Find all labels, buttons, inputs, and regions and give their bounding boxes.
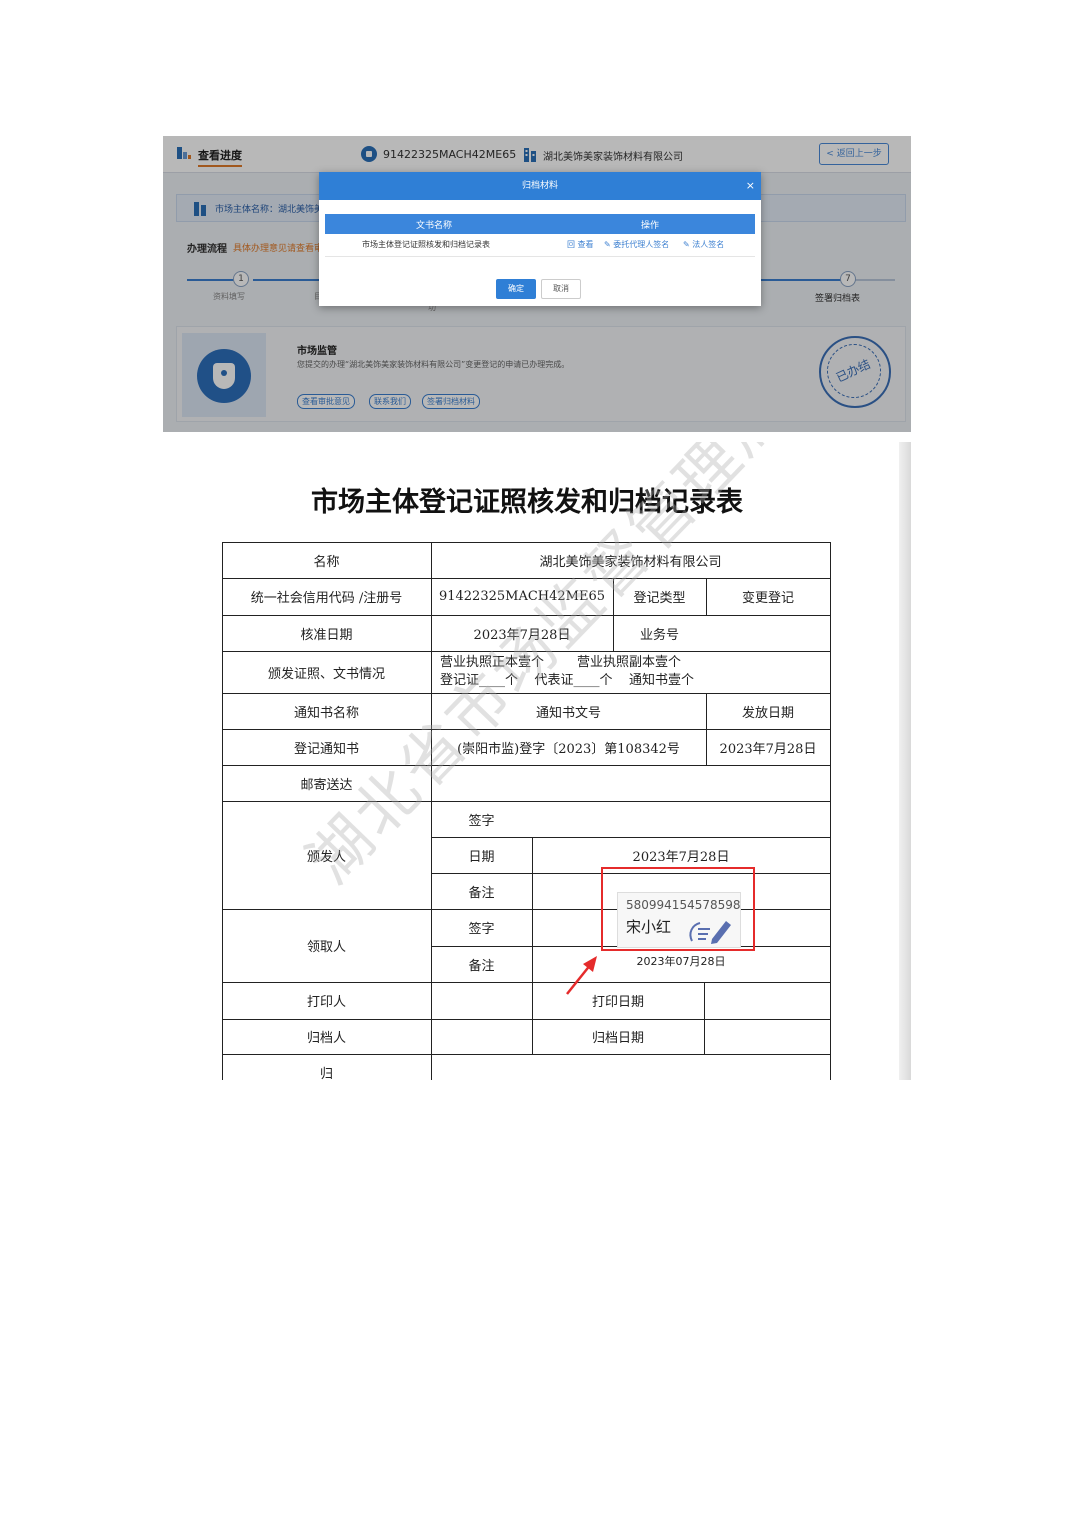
progress-screenshot: 查看进度 91422325MACH42ME65 湖北美饰美家装饰材料有限公司 <… xyxy=(163,136,911,432)
archive-table: 文书名称 操作 市场主体登记证照核发和归档记录表 回 查看 ✎ 委托代理人签名 … xyxy=(325,214,755,257)
label-issued-docs: 颁发证照、文书情况 xyxy=(267,666,385,682)
issuer-sign-label: 签字 xyxy=(468,813,495,829)
label-approval-date: 核准日期 xyxy=(300,627,353,643)
label-archiver: 归档人 xyxy=(306,1031,346,1046)
doc-name: 市场主体登记证照核发和归档记录表 xyxy=(362,240,490,249)
value-issue-date: 2023年7月28日 xyxy=(719,741,817,757)
modal-title: 归档材料 xyxy=(521,181,558,191)
value-reg-type: 变更登记 xyxy=(741,591,794,606)
table-row: 市场主体登记证照核发和归档记录表 回 查看 ✎ 委托代理人签名 ✎ 法人签名 xyxy=(325,234,755,257)
label-name: 名称 xyxy=(313,554,340,570)
label-archive-date: 归档日期 xyxy=(591,1031,644,1046)
label-print-date: 打印日期 xyxy=(591,995,644,1010)
col-ops: 操作 xyxy=(641,221,660,231)
cancel-button[interactable]: 取消 xyxy=(541,279,581,299)
receiver-sign-label: 签字 xyxy=(468,922,495,937)
modal-header: 归档材料 × xyxy=(319,172,761,200)
legal-sign-link[interactable]: ✎ 法人签名 xyxy=(683,239,724,250)
label-archive: 归 xyxy=(319,1066,333,1081)
receiver-note-label: 备注 xyxy=(468,958,495,974)
record-table: 名称 湖北美饰美家装饰材料有限公司 统一社会信用代码 /注册号 91422325… xyxy=(163,442,911,1080)
arrow-icon xyxy=(566,956,597,995)
view-link[interactable]: 回 查看 xyxy=(567,239,594,250)
archive-modal: 归档材料 × 文书名称 操作 市场主体登记证照核发和归档记录表 回 查看 ✎ 委… xyxy=(319,172,761,306)
label-credit-code: 统一社会信用代码 /注册号 xyxy=(250,591,403,606)
label-printer: 打印人 xyxy=(306,995,346,1010)
confirm-button[interactable]: 确定 xyxy=(496,279,536,299)
label-issue-date: 发放日期 xyxy=(741,705,794,721)
close-icon[interactable]: × xyxy=(746,172,755,200)
label-biz-no: 业务号 xyxy=(639,627,679,643)
issuer-note-label: 备注 xyxy=(468,885,495,901)
highlight-box xyxy=(601,867,755,951)
label-receiver: 领取人 xyxy=(306,940,346,955)
agent-sign-link[interactable]: ✎ 委托代理人签名 xyxy=(604,239,669,250)
record-form-screenshot: 市场主体登记证照核发和归档记录表 名称 湖北美饰美家装饰材料有限公司 统一社会信… xyxy=(163,442,911,1080)
col-doc-name: 文书名称 xyxy=(416,221,453,231)
table-header: 文书名称 操作 xyxy=(325,214,755,234)
issuer-date-label: 日期 xyxy=(468,849,495,865)
